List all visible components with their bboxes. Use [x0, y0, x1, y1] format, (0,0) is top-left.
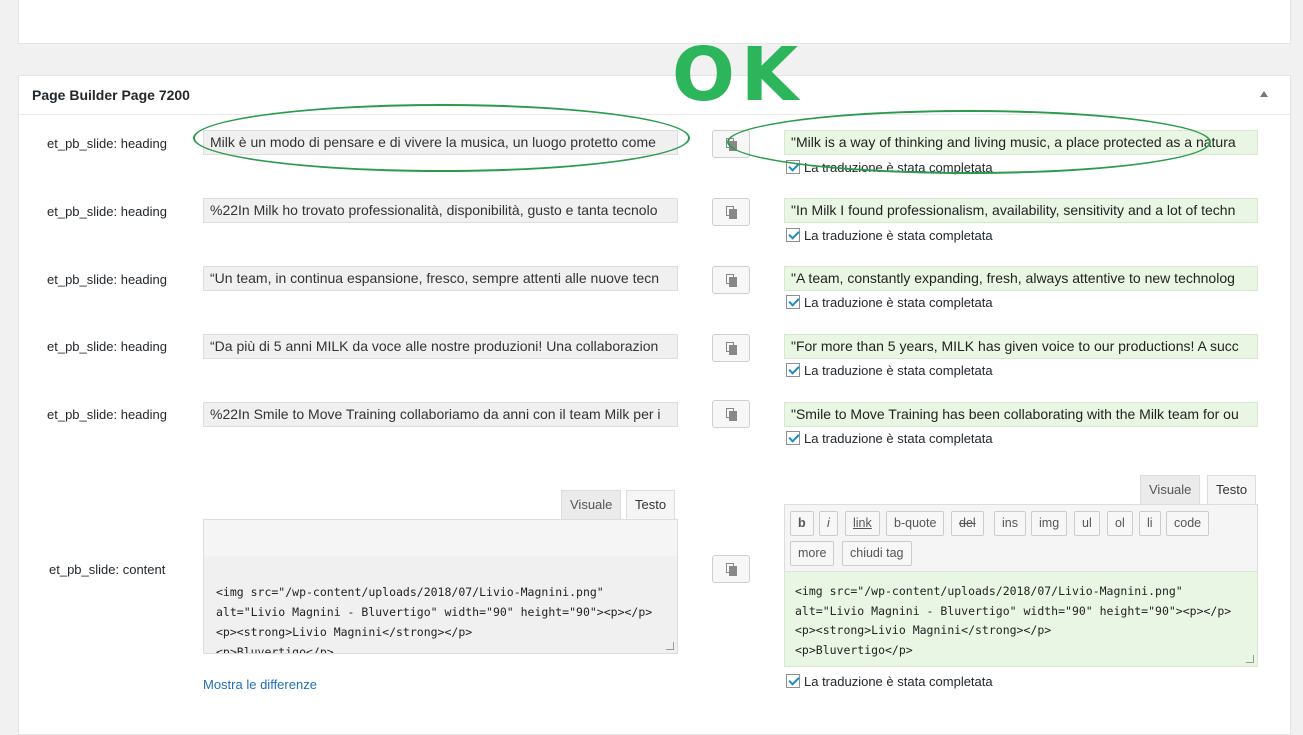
- code-line: alt="Livio Magnini - Bluvertigo" width="…: [795, 603, 1232, 618]
- source-field: “Da più di 5 anni MILK da voce alle nost…: [203, 334, 678, 359]
- row-label: et_pb_slide: heading: [47, 272, 167, 287]
- quicktag-del-button[interactable]: del: [951, 511, 984, 536]
- checkbox-icon[interactable]: [786, 674, 800, 688]
- translation-field[interactable]: "A team, constantly expanding, fresh, al…: [784, 266, 1258, 291]
- resize-handle[interactable]: [666, 642, 674, 650]
- show-differences-link[interactable]: Mostra le differenze: [203, 677, 317, 692]
- checkbox-label: La traduzione è stata completata: [804, 295, 993, 310]
- ok-annotation: OK: [672, 32, 805, 118]
- code-line: <img src="/wp-content/uploads/2018/07/Li…: [216, 585, 604, 599]
- tab-text-target[interactable]: Testo: [1207, 475, 1257, 505]
- source-content-editor: <img src="/wp-content/uploads/2018/07/Li…: [203, 556, 678, 654]
- code-line: <p>Bluvertigo</p>: [795, 642, 913, 657]
- code-line: alt="Livio Magnini - Bluvertigo" width="…: [216, 605, 653, 619]
- panel-title: Page Builder Page 7200: [32, 87, 190, 103]
- quicktag-bquote-button[interactable]: b-quote: [886, 511, 945, 536]
- quicktag-more-button[interactable]: more: [790, 541, 835, 566]
- source-field: %22In Smile to Move Training collaboriam…: [203, 402, 678, 427]
- checkbox-label: La traduzione è stata completata: [804, 674, 993, 689]
- quicktag-bold-button[interactable]: b: [790, 511, 814, 536]
- translation-field[interactable]: "In Milk I found professionalism, availa…: [784, 198, 1258, 223]
- row-label: et_pb_slide: heading: [47, 339, 167, 354]
- checkbox-icon[interactable]: [786, 363, 800, 377]
- checkbox-icon[interactable]: [786, 295, 800, 309]
- translation-complete-checkbox[interactable]: La traduzione è stata completata: [786, 228, 993, 243]
- copy-button[interactable]: [712, 198, 750, 226]
- collapse-arrow-icon[interactable]: [1260, 91, 1268, 97]
- target-content-editor[interactable]: <img src="/wp-content/uploads/2018/07/Li…: [784, 571, 1258, 667]
- translation-complete-checkbox[interactable]: La traduzione è stata completata: [786, 431, 993, 446]
- highlight-oval-source: [193, 104, 690, 172]
- source-field: “Un team, in continua espansione, fresco…: [203, 266, 678, 291]
- code-line: <p><strong>Livio Magnini</strong></p>: [216, 625, 473, 639]
- quicktags-toolbar: b i link b-quote del ins img ul ol li co…: [784, 504, 1258, 572]
- previous-panel: [18, 0, 1291, 44]
- quicktag-code-button[interactable]: code: [1166, 511, 1210, 536]
- quicktag-ins-button[interactable]: ins: [994, 511, 1026, 536]
- quicktag-img-button[interactable]: img: [1031, 511, 1068, 536]
- source-editor-toolbar: [203, 519, 678, 557]
- copy-button[interactable]: [712, 400, 750, 428]
- translation-field[interactable]: "For more than 5 years, MILK has given v…: [784, 334, 1258, 359]
- code-line: <p>Bluvertigo</p>: [216, 645, 334, 654]
- quicktag-link-button[interactable]: link: [845, 511, 880, 536]
- quicktag-li-button[interactable]: li: [1139, 511, 1161, 536]
- row-label: et_pb_slide: content: [49, 562, 166, 577]
- checkbox-icon[interactable]: [786, 228, 800, 242]
- copy-button[interactable]: [712, 266, 750, 294]
- code-line: <img src="/wp-content/uploads/2018/07/Li…: [795, 584, 1183, 598]
- row-label: et_pb_slide: heading: [47, 407, 167, 422]
- code-line: <p><strong>Livio Magnini</strong></p>: [795, 623, 1052, 637]
- translation-complete-checkbox[interactable]: La traduzione è stata completata: [786, 295, 993, 310]
- copy-button[interactable]: [712, 555, 750, 583]
- highlight-oval-target: [727, 110, 1211, 174]
- translation-complete-checkbox[interactable]: La traduzione è stata completata: [786, 363, 993, 378]
- translation-complete-checkbox[interactable]: La traduzione è stata completata: [786, 674, 993, 689]
- checkbox-label: La traduzione è stata completata: [804, 431, 993, 446]
- checkbox-label: La traduzione è stata completata: [804, 228, 993, 243]
- quicktag-ol-button[interactable]: ol: [1107, 511, 1133, 536]
- panel-header[interactable]: Page Builder Page 7200: [19, 76, 1290, 115]
- checkbox-label: La traduzione è stata completata: [804, 363, 993, 378]
- row-label: et_pb_slide: heading: [47, 204, 167, 219]
- source-field: %22In Milk ho trovato professionalità, d…: [203, 198, 678, 223]
- tab-visual-source[interactable]: Visuale: [561, 490, 622, 520]
- checkbox-icon[interactable]: [786, 431, 800, 445]
- copy-button[interactable]: [712, 334, 750, 362]
- quicktag-ul-button[interactable]: ul: [1074, 511, 1100, 536]
- row-label: et_pb_slide: heading: [47, 136, 167, 151]
- quicktag-italic-button[interactable]: i: [819, 511, 838, 536]
- tab-text-source[interactable]: Testo: [626, 490, 676, 520]
- quicktag-close-tags-button[interactable]: chiudi tag: [842, 541, 912, 566]
- resize-handle[interactable]: [1246, 655, 1254, 663]
- translation-field[interactable]: "Smile to Move Training has been collabo…: [784, 402, 1258, 427]
- tab-visual-target[interactable]: Visuale: [1140, 475, 1201, 505]
